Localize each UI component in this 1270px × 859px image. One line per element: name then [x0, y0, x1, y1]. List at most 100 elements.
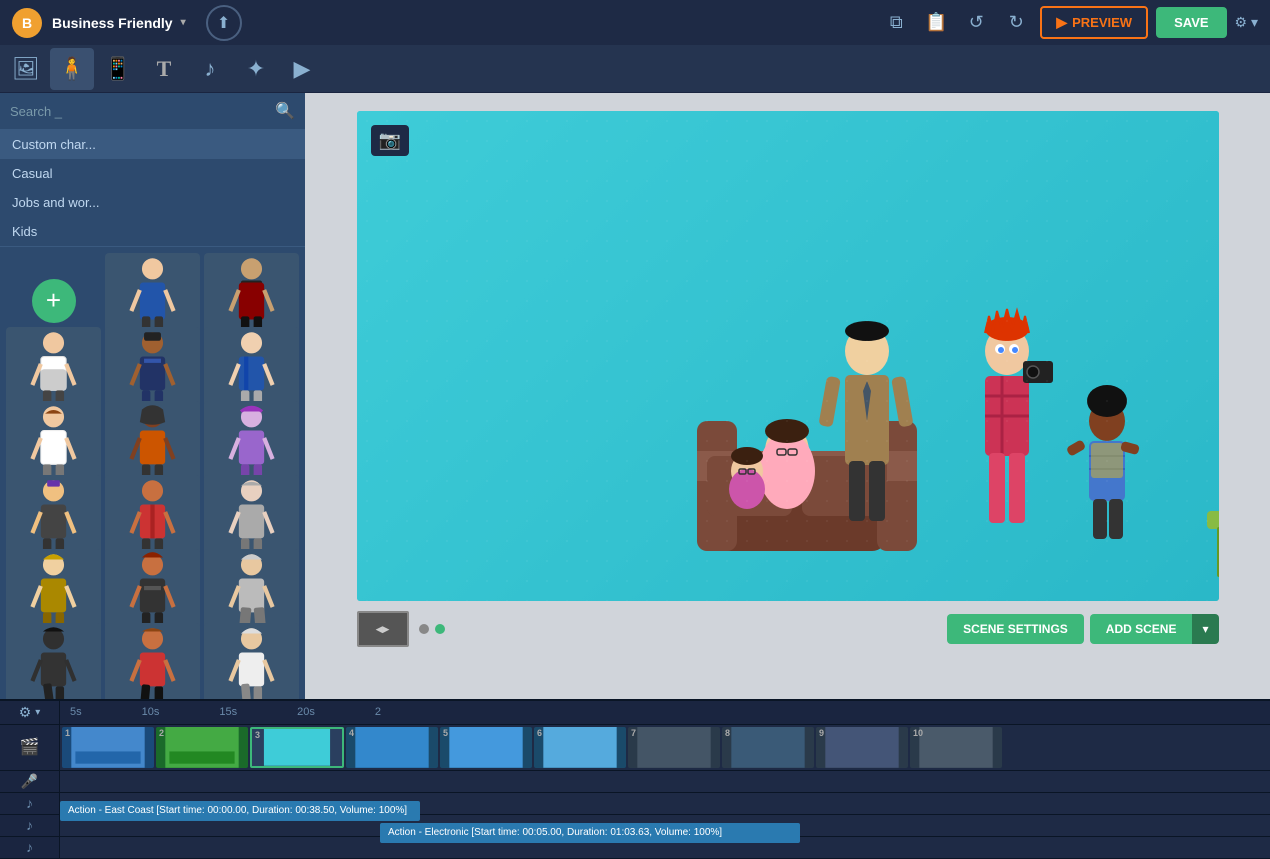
scene-thumb-4[interactable]: 4	[346, 727, 438, 768]
music-track-label-1: ♪	[0, 793, 60, 814]
tool-video-button[interactable]: ▶	[280, 48, 324, 90]
settings-button[interactable]: ⚙ ▾	[1235, 14, 1258, 31]
mic-track-content	[60, 771, 1270, 792]
scene-num-6: 6	[537, 728, 542, 738]
timeline-mic-track: 🎤	[0, 771, 1270, 793]
add-character-button[interactable]: +	[32, 279, 76, 323]
left-sidebar: 🔍 Custom char... Casual Jobs and wor... …	[0, 93, 305, 699]
canvas-controls: ◀▶ SCENE SETTINGS ADD SCENE ▾	[357, 611, 1219, 647]
text-icon: T	[157, 56, 172, 82]
list-item[interactable]	[105, 623, 200, 699]
audio-bar-2[interactable]: Action - Electronic [Start time: 00:05.0…	[380, 823, 800, 843]
category-casual[interactable]: Casual	[0, 159, 305, 188]
timeline-scenes-track: 🎬 1 2 3 4	[0, 725, 1270, 771]
canvas-area: 📷	[305, 93, 1270, 699]
music-track-content-2: Action - Electronic [Start time: 00:05.0…	[60, 815, 1270, 836]
play-icon: ▶	[1056, 14, 1067, 31]
paste-icon[interactable]: 📋	[920, 7, 952, 39]
search-icon[interactable]: 🔍	[275, 101, 295, 121]
video-icon: ▶	[294, 56, 311, 82]
scene-thumbnail-preview[interactable]: ◀▶	[357, 611, 409, 647]
music-icon: ♪	[205, 56, 216, 82]
add-scene-group: ADD SCENE ▾	[1090, 614, 1219, 644]
add-scene-dropdown-button[interactable]: ▾	[1192, 614, 1218, 644]
tool-character-button[interactable]: 🧍	[50, 48, 94, 90]
scene-nav: ◀▶	[357, 611, 445, 647]
audio-track-label-2: Action - Electronic [Start time: 00:05.0…	[388, 827, 722, 838]
tool-image-button[interactable]: 🖼	[4, 48, 48, 90]
preview-label: PREVIEW	[1072, 15, 1132, 30]
scene-thumb-2[interactable]: 2	[156, 727, 248, 768]
music-track-label-2: ♪	[0, 815, 60, 836]
music-note-icon: ♪	[26, 795, 33, 811]
scene-thumb-10[interactable]: 10	[910, 727, 1002, 768]
timeline-music-track-2: ♪ Action - Electronic [Start time: 00:05…	[0, 815, 1270, 837]
header-actions: ⧉ 📋 ↺ ↻ ▶ PREVIEW SAVE ⚙ ▾	[880, 6, 1258, 39]
list-item[interactable]	[204, 623, 299, 699]
scene-dot-active[interactable]	[435, 624, 445, 634]
scene-thumb-8[interactable]: 8	[722, 727, 814, 768]
scene-num-7: 7	[631, 728, 636, 738]
scene-thumbnails-track: 1 2 3 4	[60, 725, 1004, 770]
category-kids[interactable]: Kids	[0, 217, 305, 246]
scene-thumb-6[interactable]: 6	[534, 727, 626, 768]
category-custom[interactable]: Custom char...	[0, 130, 305, 159]
scene-num-3: 3	[255, 730, 260, 740]
video-track-label: 🎬	[0, 725, 60, 770]
ruler-mark-5s: 5s	[70, 706, 82, 718]
undo-icon[interactable]: ↺	[960, 7, 992, 39]
scene-canvas: 📷	[357, 111, 1219, 601]
scene-thumb-7[interactable]: 7	[628, 727, 720, 768]
toolbar-row: 🖼 🧍 📱 T ♪ ✦ ▶	[0, 45, 1270, 93]
scene-num-5: 5	[443, 728, 448, 738]
tool-effects-button[interactable]: ✦	[234, 48, 278, 90]
music-note-icon-3: ♪	[26, 839, 33, 855]
scene-dot[interactable]	[419, 624, 429, 634]
save-button[interactable]: SAVE	[1156, 7, 1226, 38]
search-bar: 🔍	[0, 93, 305, 130]
preview-button[interactable]: ▶ PREVIEW	[1040, 6, 1148, 39]
mic-icon: 🎤	[21, 773, 38, 790]
scene-thumb-3[interactable]: 3	[250, 727, 344, 768]
scene-num-10: 10	[913, 728, 923, 738]
add-scene-button[interactable]: ADD SCENE	[1090, 614, 1193, 644]
scene-thumb-9[interactable]: 9	[816, 727, 908, 768]
top-header: B Business Friendly ▾ ⬆ ⧉ 📋 ↺ ↻ ▶ PREVIE…	[0, 0, 1270, 45]
music-track-label-3: ♪	[0, 837, 60, 858]
scene-num-4: 4	[349, 728, 354, 738]
ruler-mark-2: 2	[375, 706, 381, 718]
brand-title: Business Friendly ▾	[52, 15, 186, 31]
ruler-mark-10s: 10s	[142, 706, 160, 718]
copy-icon[interactable]: ⧉	[880, 7, 912, 39]
scene-num-1: 1	[65, 728, 70, 738]
app-title-label: Business Friendly	[52, 15, 173, 31]
timeline-music-track-1: ♪ Action - East Coast [Start time: 00:00…	[0, 793, 1270, 815]
character-icon: 🧍	[58, 56, 85, 82]
main-layout: 🔍 Custom char... Casual Jobs and wor... …	[0, 93, 1270, 699]
ruler-mark-20s: 20s	[297, 706, 315, 718]
mic-track-label: 🎤	[0, 771, 60, 792]
scene-thumb-1[interactable]: 1	[62, 727, 154, 768]
tool-music-button[interactable]: ♪	[188, 48, 232, 90]
list-item[interactable]	[6, 623, 101, 699]
search-input[interactable]	[10, 104, 269, 119]
category-jobs[interactable]: Jobs and wor...	[0, 188, 305, 217]
scene-num-9: 9	[819, 728, 824, 738]
tool-text-button[interactable]: T	[142, 48, 186, 90]
category-list: Custom char... Casual Jobs and wor... Ki…	[0, 130, 305, 247]
scene-settings-button[interactable]: SCENE SETTINGS	[947, 614, 1084, 644]
scene-buttons: SCENE SETTINGS ADD SCENE ▾	[947, 614, 1218, 644]
camera-icon: 📷	[371, 125, 409, 156]
scene-dots	[419, 624, 445, 634]
redo-icon[interactable]: ↻	[1000, 7, 1032, 39]
ruler-mark-15s: 15s	[219, 706, 237, 718]
scenes-track-content: 1 2 3 4	[60, 725, 1270, 770]
video-icon-small: 🎬	[20, 737, 40, 757]
timeline-ruler: 5s 10s 15s 20s 2	[60, 706, 1270, 718]
music-note-icon-2: ♪	[26, 817, 33, 833]
tool-device-button[interactable]: 📱	[96, 48, 140, 90]
avatar: B	[12, 8, 42, 38]
upload-button[interactable]: ⬆	[206, 5, 242, 41]
timeline-gear-button[interactable]: ⚙ ▾	[0, 701, 60, 724]
scene-thumb-5[interactable]: 5	[440, 727, 532, 768]
